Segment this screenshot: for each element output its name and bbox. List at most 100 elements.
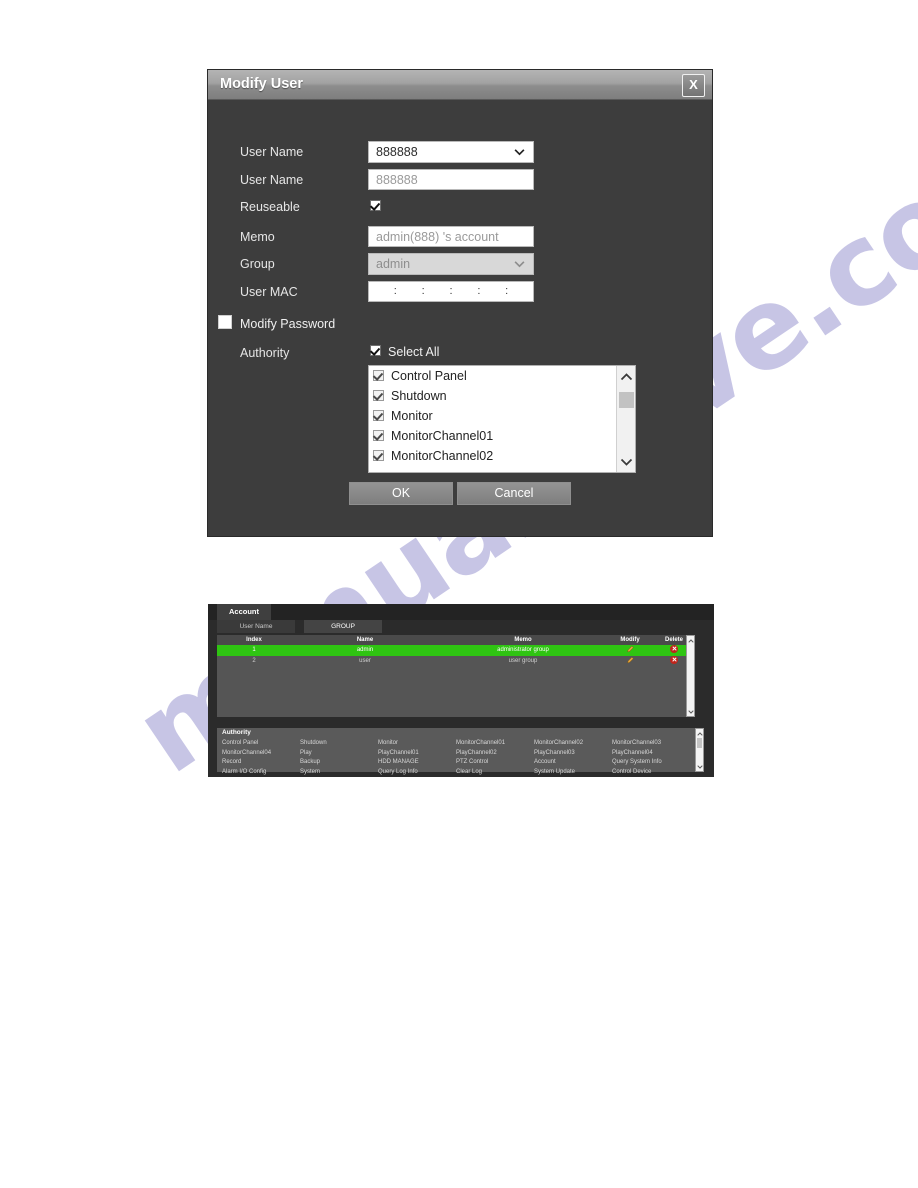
- column-header-name: Name: [356, 637, 374, 643]
- authority-checkbox[interactable]: [373, 450, 384, 461]
- cell-memo: user group: [508, 658, 538, 664]
- authority-tag: Shutdown: [300, 740, 327, 746]
- authority-checkbox[interactable]: [373, 410, 384, 421]
- authority-tag: MonitorChannel01: [456, 740, 506, 746]
- close-icon[interactable]: X: [682, 74, 705, 97]
- group-select[interactable]: admin: [368, 253, 534, 275]
- scrollbar-thumb[interactable]: [697, 738, 702, 748]
- authority-tag: Record: [222, 759, 242, 765]
- table-row[interactable]: 1 admin administrator group: [217, 645, 695, 656]
- authority-tag: MonitorChannel02: [534, 740, 584, 746]
- authority-tag: System: [300, 768, 321, 775]
- cancel-button[interactable]: Cancel: [457, 482, 571, 505]
- delete-icon[interactable]: [670, 656, 678, 664]
- authority-tag: System Update: [534, 768, 576, 775]
- mac-separator: :: [449, 285, 453, 297]
- select-all-label: Select All: [388, 345, 440, 359]
- authority-tag: HDD MANAGE: [378, 759, 419, 765]
- cell-index: 1: [252, 647, 256, 653]
- authority-tag: PlayChannel04: [612, 749, 653, 756]
- user-name-select-label: User Name: [240, 145, 304, 159]
- authority-item-label: MonitorChannel01: [391, 429, 494, 443]
- list-item[interactable]: Monitor: [369, 406, 635, 426]
- authority-tag: MonitorChannel04: [222, 749, 272, 756]
- column-header-memo: Memo: [514, 637, 532, 643]
- memo-input[interactable]: admin(888) 's account: [368, 226, 534, 247]
- authority-tag: Query System Info: [612, 759, 662, 765]
- delete-icon[interactable]: [670, 645, 678, 653]
- cell-name: user: [359, 658, 371, 664]
- column-header-index: Index: [246, 637, 262, 643]
- chevron-down-icon: [514, 149, 525, 156]
- mac-separator: :: [393, 285, 397, 297]
- memo-value: admin(888) 's account: [376, 230, 499, 244]
- list-item[interactable]: Shutdown: [369, 386, 635, 406]
- ok-button[interactable]: OK: [349, 482, 453, 505]
- chevron-down-icon: [514, 261, 525, 268]
- authority-tag: Query Log Info: [378, 768, 418, 775]
- pencil-icon[interactable]: [626, 645, 634, 653]
- user-name-input-value: 888888: [376, 173, 418, 187]
- account-table: Index Name Memo Modify Delete 1 admin ad…: [217, 635, 695, 717]
- user-name-select[interactable]: 888888: [368, 141, 534, 163]
- select-all-checkbox[interactable]: [370, 345, 381, 356]
- list-item[interactable]: MonitorChannel01: [369, 426, 635, 446]
- subtab-group[interactable]: GROUP: [304, 620, 382, 633]
- authority-checkbox[interactable]: [373, 370, 384, 381]
- authority-list-scrollbar[interactable]: [616, 366, 635, 472]
- list-item[interactable]: Control Panel: [369, 366, 635, 386]
- authority-tag: Clear Log: [456, 768, 483, 775]
- scrollbar-thumb[interactable]: [619, 392, 634, 408]
- authority-item-label: Monitor: [391, 409, 433, 423]
- authority-tag: Backup: [300, 759, 321, 765]
- user-mac-label: User MAC: [240, 285, 298, 299]
- table-row[interactable]: 2 user user group: [217, 656, 695, 667]
- cell-memo: administrator group: [497, 647, 549, 653]
- authority-checkbox[interactable]: [373, 430, 384, 441]
- user-name-input[interactable]: 888888: [368, 169, 534, 190]
- authority-item-label: Control Panel: [391, 369, 467, 383]
- scroll-down-icon[interactable]: [696, 763, 703, 770]
- authority-tag: Alarm I/O Config: [222, 768, 267, 775]
- authority-item-label: Shutdown: [391, 389, 447, 403]
- authority-tag: Account: [534, 759, 556, 765]
- authority-tag: MonitorChannel03: [612, 740, 662, 746]
- user-name-input-label: User Name: [240, 173, 304, 187]
- table-scrollbar[interactable]: [686, 635, 695, 717]
- authority-checkbox[interactable]: [373, 390, 384, 401]
- dialog-title: Modify User: [220, 76, 303, 92]
- tab-account[interactable]: Account: [217, 604, 271, 620]
- authority-tag: Play: [300, 749, 312, 756]
- scroll-down-icon[interactable]: [617, 453, 636, 470]
- user-mac-input[interactable]: : : : : :: [368, 281, 534, 302]
- dialog-titlebar: Modify User X: [208, 70, 712, 100]
- modify-password-checkbox[interactable]: [218, 315, 232, 329]
- scroll-down-icon[interactable]: [687, 708, 694, 715]
- cell-name: admin: [356, 647, 374, 653]
- cell-modify: [607, 656, 653, 667]
- cell-modify: [607, 645, 653, 656]
- authority-tag: PlayChannel01: [378, 749, 419, 756]
- authority-tag: PTZ Control: [456, 759, 489, 765]
- subtab-user-name[interactable]: User Name: [217, 620, 295, 633]
- authority-tag: PlayChannel02: [456, 749, 497, 756]
- mac-separator: :: [477, 285, 481, 297]
- authority-tag: Control Panel: [222, 740, 259, 746]
- pencil-icon[interactable]: [626, 656, 634, 664]
- scroll-up-icon[interactable]: [696, 730, 703, 737]
- page-root: manualshive.com Modify User X User Name …: [0, 0, 918, 1188]
- authority-label: Authority: [240, 346, 290, 360]
- mac-separator: :: [505, 285, 509, 297]
- scroll-up-icon[interactable]: [687, 637, 694, 644]
- group-value: admin: [376, 257, 411, 271]
- scroll-up-icon[interactable]: [617, 368, 636, 385]
- user-name-select-value: 888888: [376, 145, 418, 159]
- panel-tabbar: Account: [208, 604, 714, 620]
- authority-tag: Control Device: [612, 768, 652, 775]
- authority-tag: PlayChannel03: [534, 749, 575, 756]
- cell-index: 2: [252, 658, 256, 664]
- authority-scrollbar[interactable]: [695, 728, 704, 772]
- reuseable-checkbox[interactable]: [370, 200, 381, 211]
- authority-list: Control Panel Shutdown Monitor MonitorCh…: [368, 365, 636, 473]
- list-item[interactable]: MonitorChannel02: [369, 446, 635, 466]
